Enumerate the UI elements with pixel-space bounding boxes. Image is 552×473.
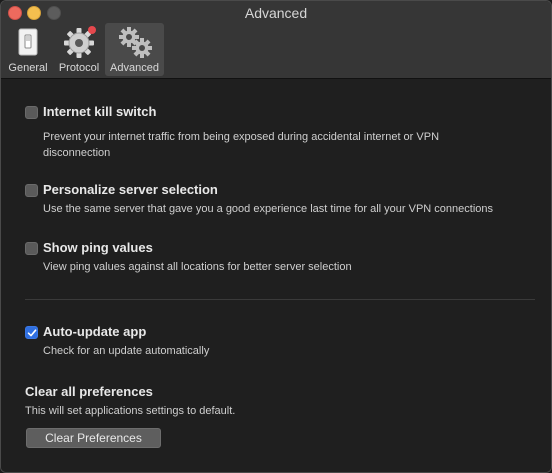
gear-icon — [61, 24, 97, 60]
preferences-window: Advanced General Protocol Advanced Inter… — [0, 0, 552, 473]
switch-icon — [10, 24, 46, 60]
clear-preferences-button[interactable]: Clear Preferences — [26, 428, 161, 448]
tab-general-label: General — [8, 62, 48, 74]
ping-values-label: Show ping values — [43, 240, 153, 255]
personalize-description: Use the same server that gave you a good… — [43, 203, 494, 215]
tab-general[interactable]: General — [5, 23, 51, 76]
tab-advanced-label: Advanced — [110, 62, 159, 74]
notification-badge — [88, 26, 96, 34]
tab-advanced[interactable]: Advanced — [105, 23, 164, 76]
personalize-setting: Personalize server selection Use the sam… — [25, 182, 541, 223]
ping-values-checkbox[interactable] — [25, 242, 38, 255]
personalize-checkbox[interactable] — [25, 184, 38, 197]
auto-update-setting: Auto-update app Check for an update auto… — [25, 324, 541, 365]
ping-values-setting: Show ping values View ping values agains… — [25, 240, 541, 281]
personalize-label: Personalize server selection — [43, 182, 218, 197]
titlebar: Advanced General Protocol Advanced — [1, 1, 551, 79]
kill-switch-checkbox[interactable] — [25, 106, 38, 119]
ping-values-description: View ping values against all locations f… — [43, 261, 352, 273]
checkmark-icon — [27, 328, 36, 336]
auto-update-checkbox[interactable] — [25, 326, 38, 339]
auto-update-label: Auto-update app — [43, 324, 147, 339]
kill-switch-description: Prevent your internet traffic from being… — [43, 131, 440, 159]
advanced-settings-panel: Internet kill switch Prevent your intern… — [1, 79, 551, 472]
gears-icon — [117, 24, 153, 60]
kill-switch-setting: Internet kill switch Prevent your intern… — [25, 104, 541, 165]
section-divider — [25, 299, 535, 300]
auto-update-description: Check for an update automatically — [43, 345, 210, 357]
window-title: Advanced — [244, 5, 308, 21]
clear-preferences-description: This will set applications settings to d… — [25, 405, 236, 417]
clear-preferences-title: Clear all preferences — [25, 384, 153, 399]
tab-protocol[interactable]: Protocol — [55, 23, 103, 76]
tab-protocol-label: Protocol — [58, 62, 100, 74]
kill-switch-label: Internet kill switch — [43, 104, 157, 119]
